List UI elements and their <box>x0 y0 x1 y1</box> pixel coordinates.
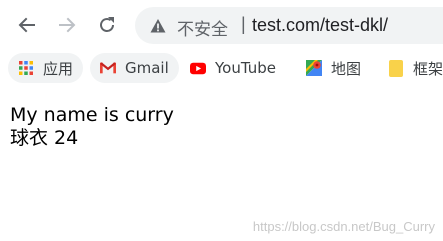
bookmark-youtube[interactable]: YouTube <box>180 53 286 83</box>
forward-button[interactable] <box>53 11 81 39</box>
reload-icon <box>100 17 114 32</box>
gmail-icon <box>100 60 116 76</box>
watermark-text: https://blog.csdn.net/Bug_Curry <box>252 219 435 234</box>
page-content: My name is curry 球衣 24 <box>10 104 174 150</box>
bookmark-folder[interactable]: 框架 <box>378 53 443 83</box>
warning-icon[interactable] <box>150 18 166 34</box>
page-text-line: My name is curry <box>10 104 174 126</box>
folder-icon <box>388 59 404 77</box>
bookmark-label: Gmail <box>125 59 169 77</box>
bookmark-apps[interactable]: 应用 <box>8 53 84 83</box>
security-status-label[interactable]: 不安全 <box>177 15 228 40</box>
apps-grid-icon <box>18 60 34 76</box>
reload-button[interactable] <box>93 11 121 39</box>
arrow-right-icon <box>59 17 76 33</box>
address-bar[interactable]: 不安全 | test.com/test-dkl/ <box>135 7 443 44</box>
browser-window: 不安全 | test.com/test-dkl/ 应用 Gmail YouTub… <box>0 0 443 241</box>
page-text-line: 球衣 24 <box>10 127 79 149</box>
bookmark-label: 框架 <box>413 59 443 78</box>
bookmark-maps[interactable]: 地图 <box>296 53 371 83</box>
bookmark-label: 应用 <box>43 59 74 78</box>
bookmark-label: 地图 <box>331 59 362 78</box>
address-separator: | <box>241 14 246 34</box>
bookmark-label: YouTube <box>215 59 276 77</box>
bookmark-gmail[interactable]: Gmail <box>90 53 179 83</box>
back-button[interactable] <box>13 11 41 39</box>
youtube-icon <box>190 60 206 76</box>
url-text[interactable]: test.com/test-dkl/ <box>252 15 388 36</box>
maps-icon <box>306 60 322 76</box>
bookmarks-bar: 应用 Gmail YouTube 地图 框架 <box>0 50 443 86</box>
arrow-left-icon <box>18 17 35 33</box>
browser-toolbar: 不安全 | test.com/test-dkl/ <box>0 0 443 50</box>
